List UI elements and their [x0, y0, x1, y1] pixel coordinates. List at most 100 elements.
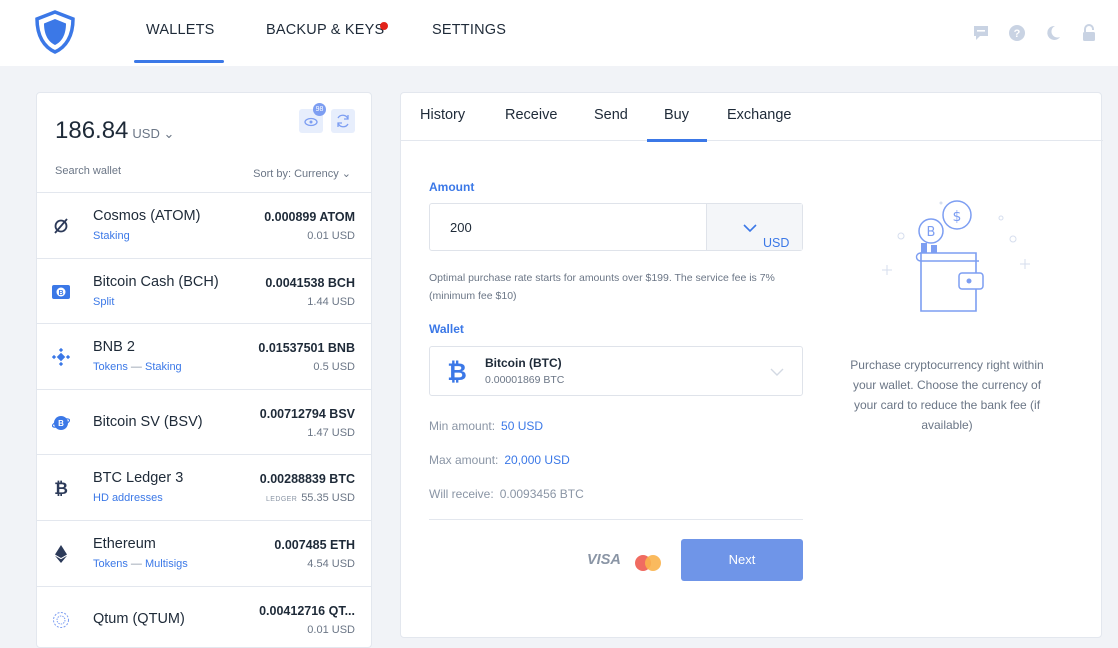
bnb-icon [52, 348, 70, 367]
wallet-name: Bitcoin Cash (BCH) [93, 273, 219, 290]
wallet-tag: HD addresses [93, 492, 163, 505]
refresh-icon [337, 114, 349, 128]
hide-wallets-button[interactable]: 98 [299, 103, 326, 133]
svg-text:?: ? [1014, 28, 1021, 40]
sort-label: Sort by: Currency [253, 168, 339, 180]
wallet-name: Qtum (QTUM) [93, 610, 185, 627]
sort-select[interactable]: Sort by: Currency ⌄ [253, 167, 351, 180]
wallet-name: Ethereum [93, 535, 156, 552]
wallet-coins-illustration: B $ [882, 200, 1030, 312]
wallet-tag: Split [93, 295, 115, 308]
wallet-tags: Tokens — Multisigs [93, 557, 188, 570]
moon-icon[interactable] [1044, 24, 1062, 42]
wallet-row-btc-ledger[interactable]: ₿ BTC Ledger 3 HD addresses 0.00288839 B… [37, 455, 371, 521]
lock-icon[interactable] [1080, 24, 1098, 42]
wallet-select[interactable]: ₿ Bitcoin (BTC) 0.00001869 BTC [429, 346, 803, 396]
wallet-usd: 55.35 USD [301, 492, 355, 505]
hidden-count-badge: 98 [313, 103, 326, 116]
chat-icon[interactable] [972, 24, 990, 42]
max-amount: Max amount: 20,000 USD [429, 453, 570, 467]
wallet-tag: Tokens [93, 557, 128, 570]
cosmos-icon [54, 218, 68, 234]
balance-currency-select[interactable]: USD ⌄ [132, 126, 174, 141]
amount-input[interactable]: 200 [450, 220, 472, 235]
nav-tab-backup-keys[interactable]: BACKUP & KEYS [266, 22, 384, 38]
wallet-usd: 4.54 USD [307, 557, 355, 570]
wallet-tabs: History Receive Send Buy Exchange [401, 93, 1103, 142]
currency-select[interactable]: USD [706, 204, 802, 250]
bitcoin-icon: ₿ [447, 359, 467, 385]
wallet-amount: 0.00288839 BTC [259, 472, 355, 487]
svg-text:B: B [58, 419, 64, 428]
shield-logo-icon[interactable] [34, 10, 76, 54]
mastercard-icon [635, 555, 661, 571]
bitcoin-sv-icon: B [52, 415, 70, 430]
wallet-tags: Tokens — Staking [93, 361, 182, 374]
wallet-tag: Staking [93, 230, 130, 242]
max-amount-value: 20,000 USD [504, 453, 570, 467]
wallet-row-bnb[interactable]: BNB 2 Tokens — Staking 0.01537501 BNB 0.… [37, 324, 371, 390]
wallet-name: BTC Ledger 3 [93, 470, 184, 487]
currency-select-label: USD [735, 220, 789, 250]
ledger-badge: LEDGER [266, 496, 298, 504]
wallet-name: Bitcoin SV (BSV) [93, 413, 203, 430]
buy-panel: History Receive Send Buy Exchange Amount… [400, 92, 1103, 638]
min-amount-value: 50 USD [501, 419, 544, 433]
wallet-amount: 0.000899 ATOM [264, 210, 355, 224]
refresh-button[interactable] [331, 109, 355, 133]
tab-buy[interactable]: Buy [664, 107, 689, 123]
wallet-row-bitcoin-cash[interactable]: B Bitcoin Cash (BCH) Split 0.0041538 BCH… [37, 259, 371, 325]
tab-send[interactable]: Send [594, 107, 628, 123]
nav-tab-settings[interactable]: SETTINGS [432, 22, 506, 38]
wallet-amount: 0.00712794 BSV [259, 406, 355, 421]
wallet-row-bitcoin-sv[interactable]: B Bitcoin SV (BSV) 0.00712794 BSV 1.47 U… [37, 390, 371, 456]
wallet-usd: 1.44 USD [307, 295, 355, 308]
buy-promo-text: Purchase cryptocurrency right within you… [850, 358, 1044, 432]
svg-text:₿: ₿ [54, 479, 68, 497]
rate-hint: Optimal purchase rate starts for amounts… [429, 272, 775, 302]
wallet-list-panel: 186.84 USD ⌄ 98 Search wallet Sort by: Cu… [36, 92, 372, 648]
nav-tab-wallets[interactable]: WALLETS [146, 22, 215, 38]
min-amount-label: Min amount: [429, 419, 496, 433]
divider [429, 519, 803, 520]
chevron-down-icon [743, 224, 757, 232]
balance-value: 186.84 [55, 117, 129, 144]
wallet-usd: 0.01 USD [307, 623, 355, 636]
wallet-tag-2: Multisigs [144, 557, 188, 570]
wallet-name: Cosmos (ATOM) [93, 208, 201, 224]
bitcoin-cash-icon: B [52, 284, 70, 299]
total-balance: 186.84 USD ⌄ [55, 117, 174, 145]
visa-logo: VISA [587, 552, 621, 568]
wallet-usd: 0.01 USD [307, 230, 355, 242]
wallet-row-cosmos[interactable]: Cosmos (ATOM) Staking 0.000899 ATOM 0.01… [37, 193, 371, 259]
amount-label: Amount [429, 180, 475, 194]
wallet-amount: 0.01537501 BNB [258, 341, 355, 356]
qtum-icon [53, 611, 69, 628]
svg-text:B: B [58, 290, 63, 297]
wallet-name: BNB 2 [93, 339, 135, 356]
next-button[interactable]: Next [681, 539, 803, 581]
svg-text:₿: ₿ [447, 359, 467, 385]
wallet-label: Wallet [429, 322, 464, 336]
tab-receive[interactable]: Receive [505, 107, 557, 123]
wallet-tag: Tokens [93, 361, 128, 374]
tab-history[interactable]: History [420, 107, 465, 123]
svg-text:$: $ [953, 209, 962, 225]
top-bar: WALLETS BACKUP & KEYS SETTINGS ? [0, 0, 1118, 66]
chevron-down-icon [770, 368, 784, 376]
currency-value: USD [763, 236, 790, 250]
min-amount: Min amount: 50 USD [429, 419, 543, 433]
tab-exchange[interactable]: Exchange [727, 107, 792, 123]
ethereum-icon [55, 544, 67, 563]
will-receive-value: 0.0093456 BTC [499, 487, 584, 501]
amount-field[interactable]: 200 USD [429, 203, 803, 251]
wallet-usd-line: LEDGER 55.35 USD [266, 492, 355, 504]
wallet-row-ethereum[interactable]: Ethereum Tokens — Multisigs 0.007485 ETH… [37, 521, 371, 587]
wallet-amount: 0.0041538 BCH [265, 275, 355, 290]
wallet-row-qtum[interactable]: Qtum (QTUM) 0.00412716 QT... 0.01 USD [37, 587, 371, 647]
help-icon[interactable]: ? [1008, 24, 1026, 42]
will-receive-label: Will receive: [429, 487, 494, 501]
active-tab-underline [647, 139, 707, 142]
search-wallet-input[interactable]: Search wallet [55, 165, 121, 177]
wallet-amount: 0.007485 ETH [274, 537, 355, 552]
